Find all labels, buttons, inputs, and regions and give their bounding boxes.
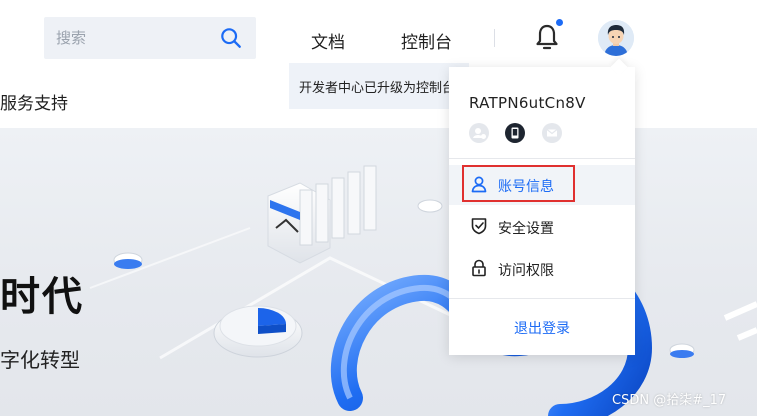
phone-icon[interactable] (505, 123, 525, 143)
nav-divider (494, 29, 495, 47)
lock-icon (472, 259, 486, 277)
dropdown-divider (449, 158, 635, 159)
menu-item-label: 访问权限 (498, 263, 554, 279)
highlight-annotation (462, 165, 575, 202)
upgrade-notice: 开发者中心已升级为控制台 (289, 63, 469, 109)
shield-check-icon (471, 218, 487, 235)
banner-title: 时代 (0, 274, 84, 320)
watermark: CSDN @拾柒#_17 (612, 393, 727, 408)
dropdown-divider (449, 298, 635, 299)
bell-icon[interactable] (534, 23, 560, 51)
nav-service-support[interactable]: 服务支持 (0, 89, 68, 114)
menu-item-label: 安全设置 (498, 221, 554, 237)
avatar[interactable] (598, 20, 634, 56)
banner-illustration (89, 165, 757, 416)
notification-dot (556, 19, 563, 26)
avatar-image (598, 20, 634, 56)
menu-item-security-settings[interactable]: 安全设置 (449, 207, 635, 247)
username: RATPN6utCn8V (469, 94, 586, 112)
menu-item-access-permissions[interactable]: 访问权限 (449, 249, 635, 289)
search-box[interactable] (44, 17, 256, 59)
mail-icon[interactable] (542, 123, 562, 143)
hero-banner (0, 128, 757, 416)
nav-docs-link[interactable]: 文档 (311, 28, 345, 53)
search-icon[interactable] (220, 27, 242, 49)
logout-link[interactable]: 退出登录 (449, 318, 635, 338)
banner-subtitle: 字化转型 (0, 348, 80, 372)
user-verify-icon[interactable] (469, 123, 489, 143)
upgrade-notice-text: 开发者中心已升级为控制台 (299, 81, 456, 96)
nav-console-link[interactable]: 控制台 (401, 28, 452, 53)
search-input[interactable] (44, 17, 226, 59)
user-dropdown-menu: RATPN6utCn8V 账号信息 安全设置 访问权限 退出登录 (449, 67, 635, 355)
